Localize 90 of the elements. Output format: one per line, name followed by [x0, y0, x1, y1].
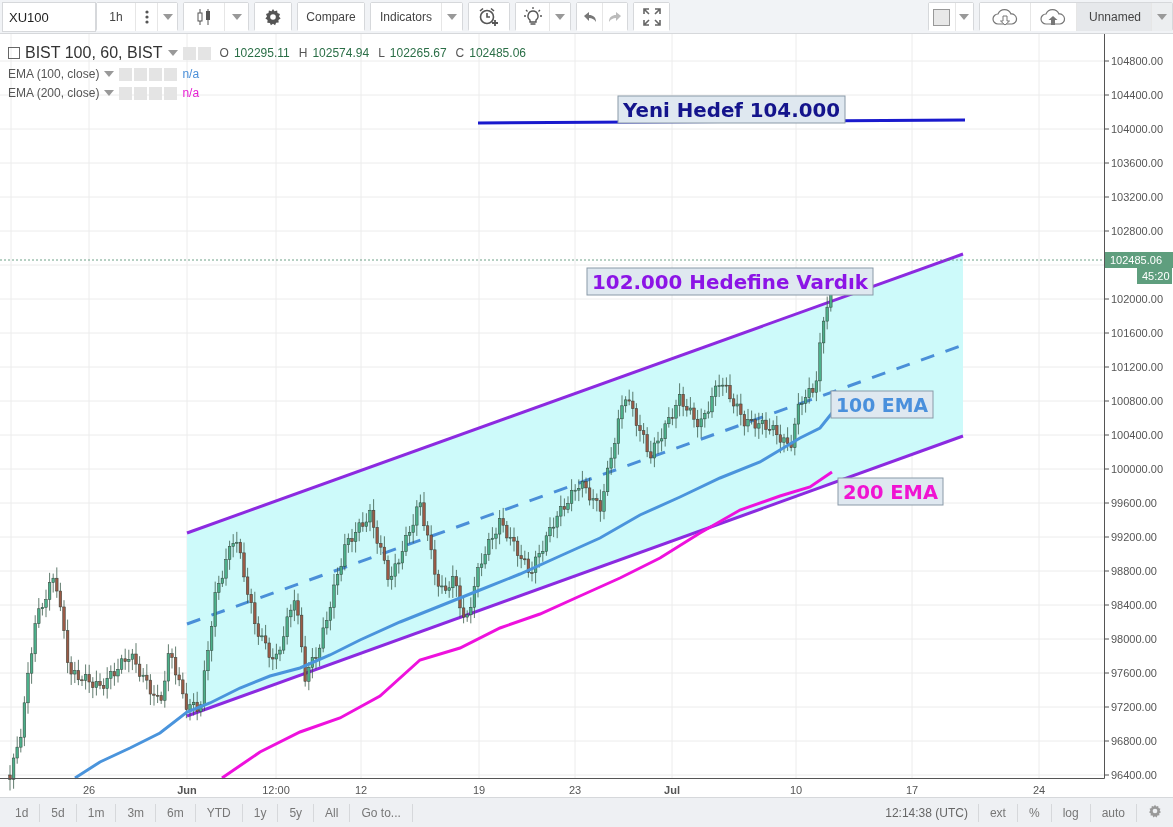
ohlc-label: C [455, 46, 465, 60]
price-axis-label: 104800.00 [1111, 55, 1163, 67]
settings-icon[interactable] [255, 3, 291, 31]
layout-name-button[interactable]: Unnamed [1075, 3, 1151, 31]
fullscreen-icon[interactable] [634, 3, 669, 31]
range-button[interactable]: YTD [195, 803, 243, 822]
price-axis-label: 104000.00 [1111, 123, 1163, 135]
caret-icon[interactable] [167, 50, 178, 56]
scale-option-button[interactable]: ext [977, 803, 1017, 822]
time-axis-label: 24 [1032, 784, 1046, 796]
time-axis-label: 12:00 [262, 784, 290, 796]
price-axis-label: 96400.00 [1111, 769, 1157, 781]
range-button[interactable]: 5y [278, 803, 315, 822]
clock-text: 12:14:38 (UTC) [885, 805, 969, 820]
indicator-value: n/a [182, 67, 200, 81]
last-price-tag: 102485.06 [1105, 252, 1173, 268]
price-axis-label: 100400.00 [1111, 429, 1163, 441]
range-button[interactable]: 5d [40, 803, 77, 822]
alarm-clock-icon[interactable] [469, 3, 509, 31]
ohlc-value: 102265.67 [389, 46, 447, 60]
indicator-value: n/a [182, 86, 200, 100]
time-axis-label: Jul [664, 784, 680, 796]
countdown-tag: 45:20 [1137, 268, 1172, 284]
interval-button[interactable]: 1h [97, 3, 135, 31]
indicator-name: EMA (100, close) [8, 67, 100, 81]
scale-option-button[interactable]: auto [1089, 803, 1136, 822]
price-axis-label: 101200.00 [1111, 361, 1163, 373]
cloud-upload-icon[interactable] [1029, 3, 1076, 31]
more-icon[interactable] [135, 3, 157, 31]
time-axis-label: 19 [472, 784, 486, 796]
ohlc-value: 102295.11 [233, 46, 290, 60]
series-title: BIST 100, 60, BIST [25, 44, 163, 62]
price-axis-label: 100800.00 [1111, 395, 1163, 407]
price-axis-label: 99600.00 [1111, 497, 1157, 509]
compare-button[interactable]: Compare [298, 3, 364, 31]
collapse-icon[interactable] [8, 47, 20, 59]
indicator-name: EMA (200, close) [8, 86, 100, 100]
time-axis-label: 10 [789, 784, 803, 796]
price-axis-label: 99200.00 [1111, 531, 1157, 543]
range-button[interactable]: Go to... [350, 803, 413, 822]
indicators-button[interactable]: Indicators [371, 3, 441, 31]
caret-icon[interactable] [224, 3, 248, 31]
scale-option-button[interactable]: % [1016, 803, 1051, 822]
redo-icon[interactable] [602, 3, 627, 31]
price-axis-label: 98000.00 [1111, 633, 1157, 645]
ohlc-value: 102574.94 [312, 46, 370, 60]
ohlc-label: H [298, 46, 308, 60]
symbol-field[interactable]: XU100 [2, 2, 96, 32]
price-axis-label: 97600.00 [1111, 667, 1157, 679]
chart-annotation[interactable]: Yeni Hedef 104.000 [617, 95, 846, 124]
scale-option-button[interactable]: log [1050, 803, 1090, 822]
price-axis-label: 102000.00 [1111, 293, 1163, 305]
price-axis-label: 104400.00 [1111, 89, 1163, 101]
caret-icon[interactable] [441, 3, 462, 31]
caret-icon[interactable] [1151, 3, 1172, 31]
time-axis-label: 12 [354, 784, 368, 796]
price-axis-label: 102800.00 [1111, 225, 1163, 237]
caret-icon[interactable] [549, 3, 570, 31]
price-axis-label: 101600.00 [1111, 327, 1163, 339]
price-axis-label: 103200.00 [1111, 191, 1163, 203]
lightbulb-icon[interactable] [516, 3, 549, 31]
chart-annotation[interactable]: 102.000 Hedefine Vardık [586, 267, 874, 296]
range-button[interactable]: 1d [4, 803, 41, 822]
caret-icon[interactable] [104, 71, 115, 77]
price-axis-label: 103600.00 [1111, 157, 1163, 169]
cloud-download-icon[interactable] [979, 3, 1030, 31]
price-axis-label: 98400.00 [1111, 599, 1157, 611]
time-axis-label: 17 [905, 784, 919, 796]
range-button[interactable]: All [314, 803, 351, 822]
range-button[interactable]: 6m [156, 803, 196, 822]
caret-icon[interactable] [157, 3, 177, 31]
price-axis-label: 98800.00 [1111, 565, 1157, 577]
ohlc-value: 102485.06 [469, 46, 526, 60]
time-axis-label: 23 [568, 784, 582, 796]
ohlc-label: L [378, 46, 385, 60]
price-axis-label: 100000.00 [1111, 463, 1163, 475]
price-axis-label: 96800.00 [1111, 735, 1157, 747]
chart-annotation[interactable]: 100 EMA [830, 390, 934, 419]
candlestick-icon[interactable] [184, 3, 224, 31]
time-axis-label: Jun [177, 784, 197, 796]
range-button[interactable]: 1y [242, 803, 279, 822]
price-axis-label: 97200.00 [1111, 701, 1157, 713]
color-swatch-icon[interactable] [928, 3, 955, 31]
range-button[interactable]: 1m [76, 803, 117, 822]
chart-annotation[interactable]: 200 EMA [837, 477, 944, 506]
ohlc-label: O [219, 46, 229, 60]
range-button[interactable]: 3m [116, 803, 157, 822]
caret-icon[interactable] [104, 90, 115, 96]
time-axis-label: 26 [82, 784, 96, 796]
undo-icon[interactable] [577, 3, 602, 31]
